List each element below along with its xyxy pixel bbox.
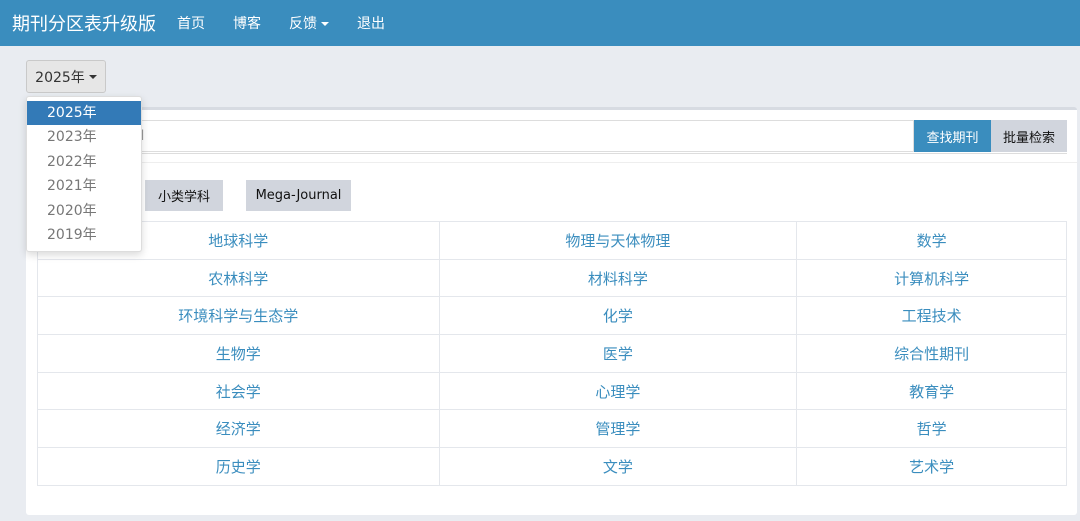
subject-link[interactable]: 教育学 bbox=[796, 371, 1067, 411]
search-input[interactable] bbox=[26, 120, 914, 152]
subject-link[interactable]: 生物学 bbox=[37, 334, 440, 373]
nav-feedback[interactable]: 反馈 bbox=[289, 13, 329, 33]
nav-logout[interactable]: 退出 bbox=[357, 13, 385, 33]
year-option[interactable]: 2022年 bbox=[27, 150, 141, 174]
table-row: 生物学 医学 综合性期刊 bbox=[37, 334, 1067, 373]
subject-link[interactable]: 管理学 bbox=[438, 409, 798, 449]
subject-table: 地球科学 物理与天体物理 数学 农林科学 材料科学 计算机科学 环境科学与生态学 化学 工程技术… bbox=[37, 221, 1067, 486]
batch-search-button[interactable]: 批量检索 bbox=[991, 120, 1067, 152]
subject-link[interactable]: 物理与天体物理 bbox=[438, 221, 798, 260]
nav-home[interactable]: 首页 bbox=[177, 13, 205, 33]
year-selected: 2025年 bbox=[35, 69, 85, 86]
nav-blog[interactable]: 博客 bbox=[233, 13, 261, 33]
caret-down-icon bbox=[88, 74, 97, 79]
subject-link[interactable]: 艺术学 bbox=[796, 447, 1067, 486]
find-journal-button[interactable]: 查找期刊 bbox=[914, 120, 991, 152]
year-dropdown-menu: 2025年 2023年 2022年 2021年 2020年 2019年 bbox=[26, 96, 142, 252]
subject-link[interactable]: 历史学 bbox=[37, 447, 440, 486]
year-option[interactable]: 2025年 bbox=[27, 101, 141, 126]
subject-link[interactable]: 经济学 bbox=[37, 409, 440, 449]
table-row: 经济学 管理学 哲学 bbox=[37, 409, 1067, 449]
table-row: 社会学 心理学 教育学 bbox=[37, 371, 1067, 411]
year-option[interactable]: 2023年 bbox=[27, 125, 141, 149]
subject-link[interactable]: 心理学 bbox=[438, 371, 798, 411]
subject-link[interactable]: 哲学 bbox=[796, 409, 1067, 449]
nav-feedback-label: 反馈 bbox=[289, 16, 317, 32]
subject-link[interactable]: 社会学 bbox=[37, 371, 440, 411]
tab-subcategory[interactable]: 小类学科 bbox=[145, 180, 223, 211]
table-row: 历史学 文学 艺术学 bbox=[37, 447, 1067, 486]
table-row: 地球科学 物理与天体物理 数学 bbox=[37, 221, 1067, 260]
caret-down-icon bbox=[321, 22, 329, 26]
subject-link[interactable]: 计算机科学 bbox=[796, 258, 1067, 298]
subject-link[interactable]: 综合性期刊 bbox=[796, 334, 1067, 373]
year-option[interactable]: 2021年 bbox=[27, 174, 141, 198]
table-row: 环境科学与生态学 化学 工程技术 bbox=[37, 296, 1067, 336]
brand[interactable]: 期刊分区表升级版 bbox=[12, 10, 177, 36]
table-row: 农林科学 材料科学 计算机科学 bbox=[37, 258, 1067, 298]
year-option[interactable]: 2019年 bbox=[27, 223, 141, 247]
navbar: 期刊分区表升级版 首页 博客 反馈 退出 bbox=[0, 0, 1080, 46]
subject-link[interactable]: 环境科学与生态学 bbox=[37, 296, 440, 336]
tab-mega-journal[interactable]: Mega-Journal bbox=[246, 180, 351, 211]
subject-link[interactable]: 数学 bbox=[796, 221, 1067, 260]
subject-link[interactable]: 农林科学 bbox=[37, 258, 440, 298]
subject-link[interactable]: 医学 bbox=[438, 334, 798, 373]
search-bar: 查找期刊 批量检索 bbox=[26, 120, 1067, 154]
year-option[interactable]: 2020年 bbox=[27, 199, 141, 223]
subject-link[interactable]: 工程技术 bbox=[796, 296, 1067, 336]
subject-link[interactable]: 化学 bbox=[438, 296, 798, 336]
subject-link[interactable]: 文学 bbox=[438, 447, 798, 486]
year-dropdown-button[interactable]: 2025年 bbox=[26, 60, 106, 93]
main-panel: 查找期刊 批量检索 小类学科 Mega-Journal 地球科学物理与天体物理数… bbox=[26, 107, 1077, 515]
subject-link[interactable]: 材料科学 bbox=[438, 258, 798, 298]
divider bbox=[26, 162, 1077, 163]
